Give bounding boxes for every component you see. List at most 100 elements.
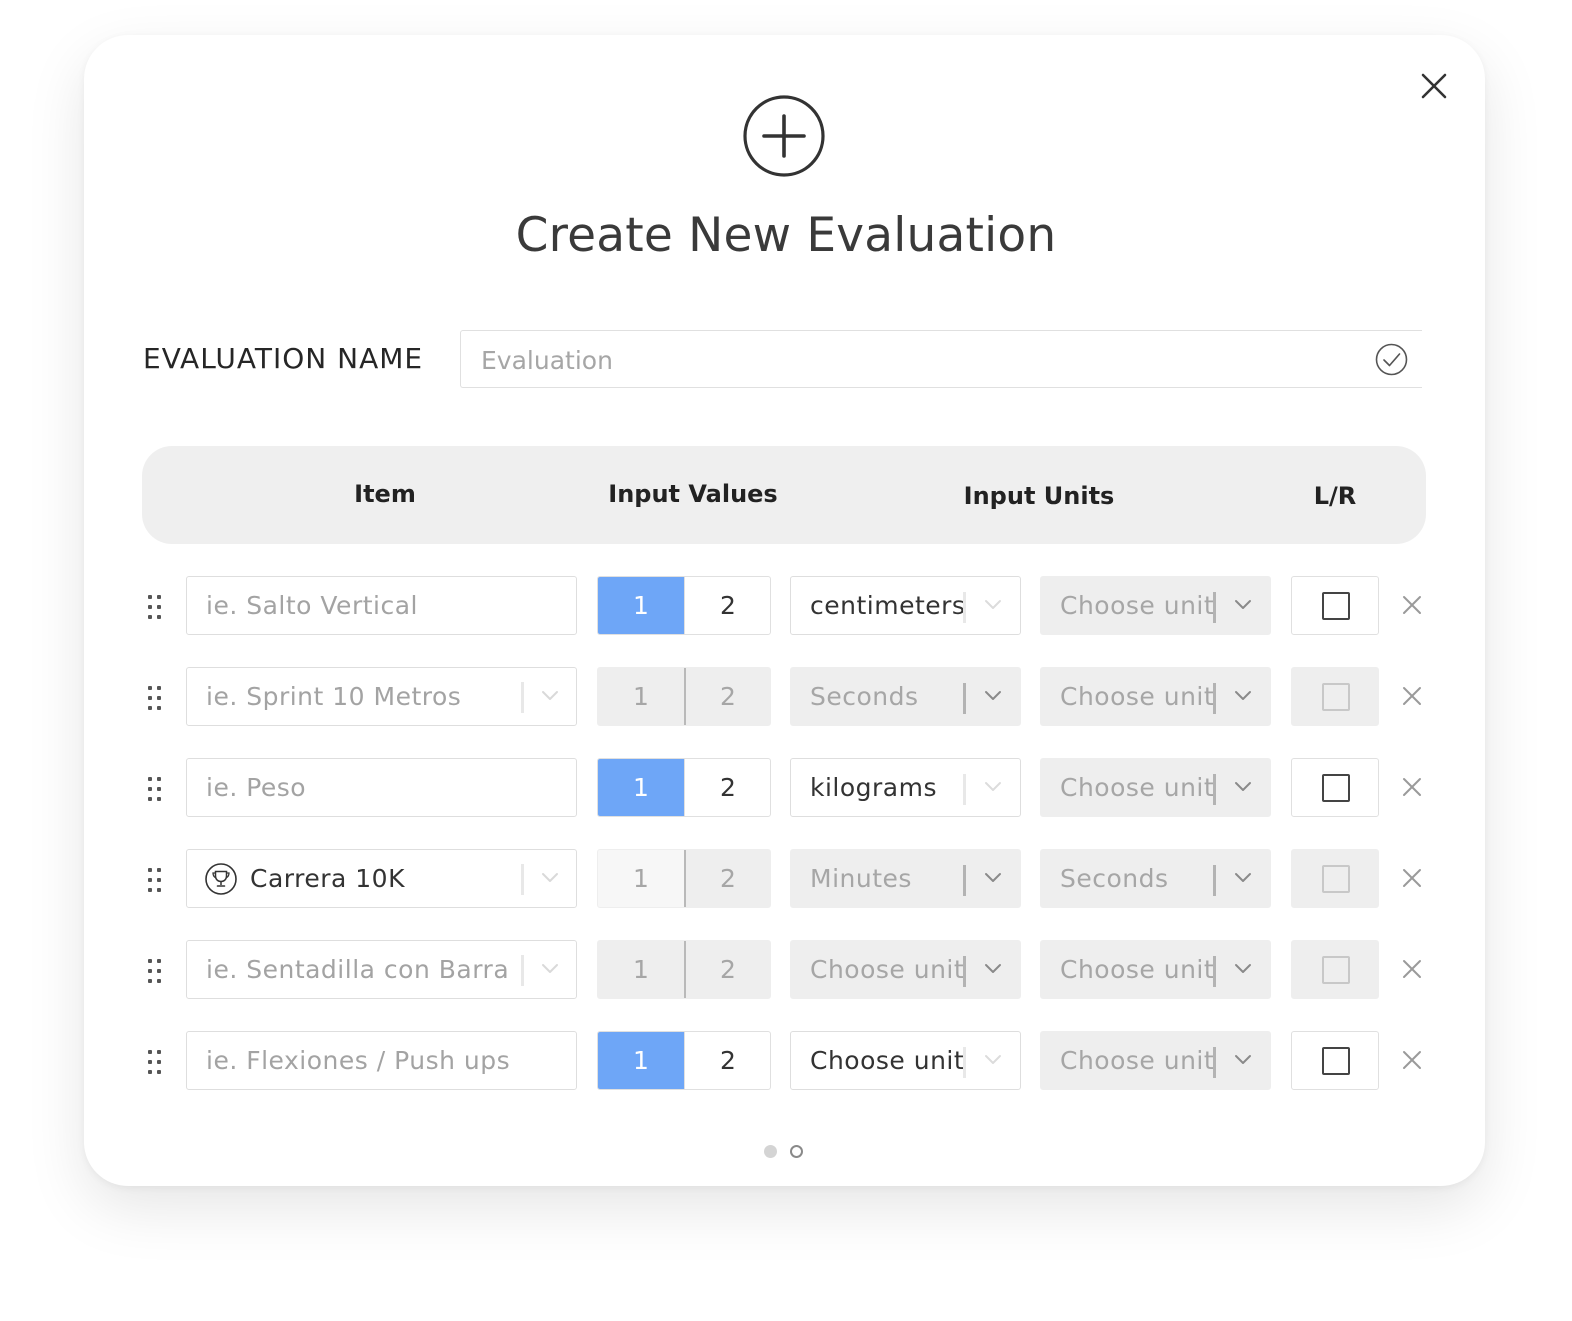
lr-cell <box>1291 1031 1379 1090</box>
input-values-toggle[interactable]: 1 2 <box>597 758 771 817</box>
item-separator <box>521 864 524 895</box>
chevron-down-icon <box>985 1055 1001 1064</box>
input-unit-1-select[interactable]: centimeters <box>790 576 1021 635</box>
close-icon[interactable] <box>1414 68 1454 108</box>
input-values-option-2[interactable]: 2 <box>685 668 770 725</box>
table-row: ie. Flexiones / Push ups 1 2 Choose unit… <box>0 1031 1572 1091</box>
input-unit-2-select[interactable]: Seconds <box>1040 849 1271 908</box>
evaluation-name-field[interactable] <box>460 330 1422 389</box>
item-field[interactable]: ie. Flexiones / Push ups <box>186 1031 577 1090</box>
lr-checkbox[interactable] <box>1322 956 1350 984</box>
item-separator <box>521 682 524 713</box>
table-row: Carrera 10K 1 2 Minutes Seconds <box>0 849 1572 909</box>
chevron-down-icon <box>542 873 558 882</box>
plus-circle-icon <box>743 95 825 177</box>
evaluation-name-label: EVALUATION NAME <box>143 342 424 375</box>
input-values-option-2[interactable]: 2 <box>685 1032 770 1089</box>
pagination-dot-1[interactable] <box>764 1145 777 1158</box>
item-separator <box>521 955 524 986</box>
lr-cell <box>1291 940 1379 999</box>
item-text: ie. Sprint 10 Metros <box>206 682 462 711</box>
input-values-option-1[interactable]: 1 <box>598 668 684 725</box>
chevron-down-icon <box>1235 691 1251 700</box>
remove-row-icon[interactable] <box>1400 957 1424 981</box>
item-text: Carrera 10K <box>250 864 405 893</box>
unit-separator <box>963 774 966 805</box>
input-values-option-2[interactable]: 2 <box>685 577 770 634</box>
unit-separator <box>1213 774 1216 805</box>
item-field[interactable]: ie. Sentadilla con Barra <box>186 940 577 999</box>
input-values-toggle[interactable]: 1 2 <box>597 940 771 999</box>
input-unit-2-value: Choose unit <box>1060 1046 1215 1075</box>
input-unit-2-value: Choose unit <box>1060 682 1215 711</box>
pagination-dot-2[interactable] <box>790 1145 803 1158</box>
input-values-toggle[interactable]: 1 2 <box>597 1031 771 1090</box>
item-field[interactable]: ie. Sprint 10 Metros <box>186 667 577 726</box>
input-values-option-1[interactable]: 1 <box>598 1032 684 1089</box>
input-unit-2-value: Choose unit <box>1060 955 1215 984</box>
unit-separator <box>963 683 966 714</box>
input-unit-1-value: centimeters <box>810 591 966 620</box>
drag-handle-icon[interactable] <box>144 1047 164 1077</box>
drag-handle-icon[interactable] <box>144 774 164 804</box>
chevron-down-icon <box>1235 782 1251 791</box>
item-field[interactable]: ie. Peso <box>186 758 577 817</box>
input-unit-2-select[interactable]: Choose unit <box>1040 1031 1271 1090</box>
header-item: Item <box>354 480 416 508</box>
input-values-option-2[interactable]: 2 <box>685 941 770 998</box>
chevron-down-icon <box>1235 600 1251 609</box>
input-unit-2-select[interactable]: Choose unit <box>1040 667 1271 726</box>
lr-checkbox[interactable] <box>1322 1047 1350 1075</box>
lr-checkbox[interactable] <box>1322 683 1350 711</box>
lr-checkbox[interactable] <box>1322 774 1350 802</box>
input-values-option-1[interactable]: 1 <box>598 941 684 998</box>
input-unit-1-value: Choose unit <box>810 1046 965 1075</box>
header-input-units: Input Units <box>963 482 1115 510</box>
chevron-down-icon <box>542 691 558 700</box>
check-circle-icon <box>1375 343 1408 376</box>
input-values-option-1[interactable]: 1 <box>598 577 684 634</box>
remove-row-icon[interactable] <box>1400 593 1424 617</box>
drag-handle-icon[interactable] <box>144 592 164 622</box>
input-values-option-2[interactable]: 2 <box>685 850 770 907</box>
remove-row-icon[interactable] <box>1400 684 1424 708</box>
remove-row-icon[interactable] <box>1400 775 1424 799</box>
item-field[interactable]: Carrera 10K <box>186 849 577 908</box>
unit-separator <box>963 1047 966 1078</box>
remove-row-icon[interactable] <box>1400 1048 1424 1072</box>
item-text: ie. Flexiones / Push ups <box>206 1046 511 1075</box>
lr-cell <box>1291 667 1379 726</box>
chevron-down-icon <box>985 691 1001 700</box>
input-values-option-1[interactable]: 1 <box>598 850 684 907</box>
evaluation-name-input[interactable] <box>479 331 1363 389</box>
input-unit-1-select[interactable]: Choose unit <box>790 1031 1021 1090</box>
chevron-down-icon <box>1235 964 1251 973</box>
chevron-down-icon <box>985 873 1001 882</box>
drag-handle-icon[interactable] <box>144 956 164 986</box>
remove-row-icon[interactable] <box>1400 866 1424 890</box>
input-unit-2-select[interactable]: Choose unit <box>1040 576 1271 635</box>
input-values-toggle[interactable]: 1 2 <box>597 667 771 726</box>
drag-handle-icon[interactable] <box>144 865 164 895</box>
lr-checkbox[interactable] <box>1322 865 1350 893</box>
table-row: ie. Peso 1 2 kilograms Choose unit <box>0 758 1572 818</box>
input-values-option-2[interactable]: 2 <box>685 759 770 816</box>
input-values-option-1[interactable]: 1 <box>598 759 684 816</box>
input-unit-1-select[interactable]: kilograms <box>790 758 1021 817</box>
lr-checkbox[interactable] <box>1322 592 1350 620</box>
input-unit-1-select[interactable]: Seconds <box>790 667 1021 726</box>
unit-separator <box>1213 956 1216 987</box>
unit-separator <box>1213 592 1216 623</box>
drag-handle-icon[interactable] <box>144 683 164 713</box>
input-unit-1-select[interactable]: Minutes <box>790 849 1021 908</box>
input-unit-2-select[interactable]: Choose unit <box>1040 940 1271 999</box>
modal-title: Create New Evaluation <box>515 208 1057 263</box>
input-unit-2-value: Choose unit <box>1060 591 1215 620</box>
item-field[interactable]: ie. Salto Vertical <box>186 576 577 635</box>
input-unit-1-select[interactable]: Choose unit <box>790 940 1021 999</box>
input-values-toggle[interactable]: 1 2 <box>597 849 771 908</box>
chevron-down-icon <box>1235 873 1251 882</box>
input-unit-2-select[interactable]: Choose unit <box>1040 758 1271 817</box>
input-values-toggle[interactable]: 1 2 <box>597 576 771 635</box>
header-lr: L/R <box>1313 482 1357 510</box>
